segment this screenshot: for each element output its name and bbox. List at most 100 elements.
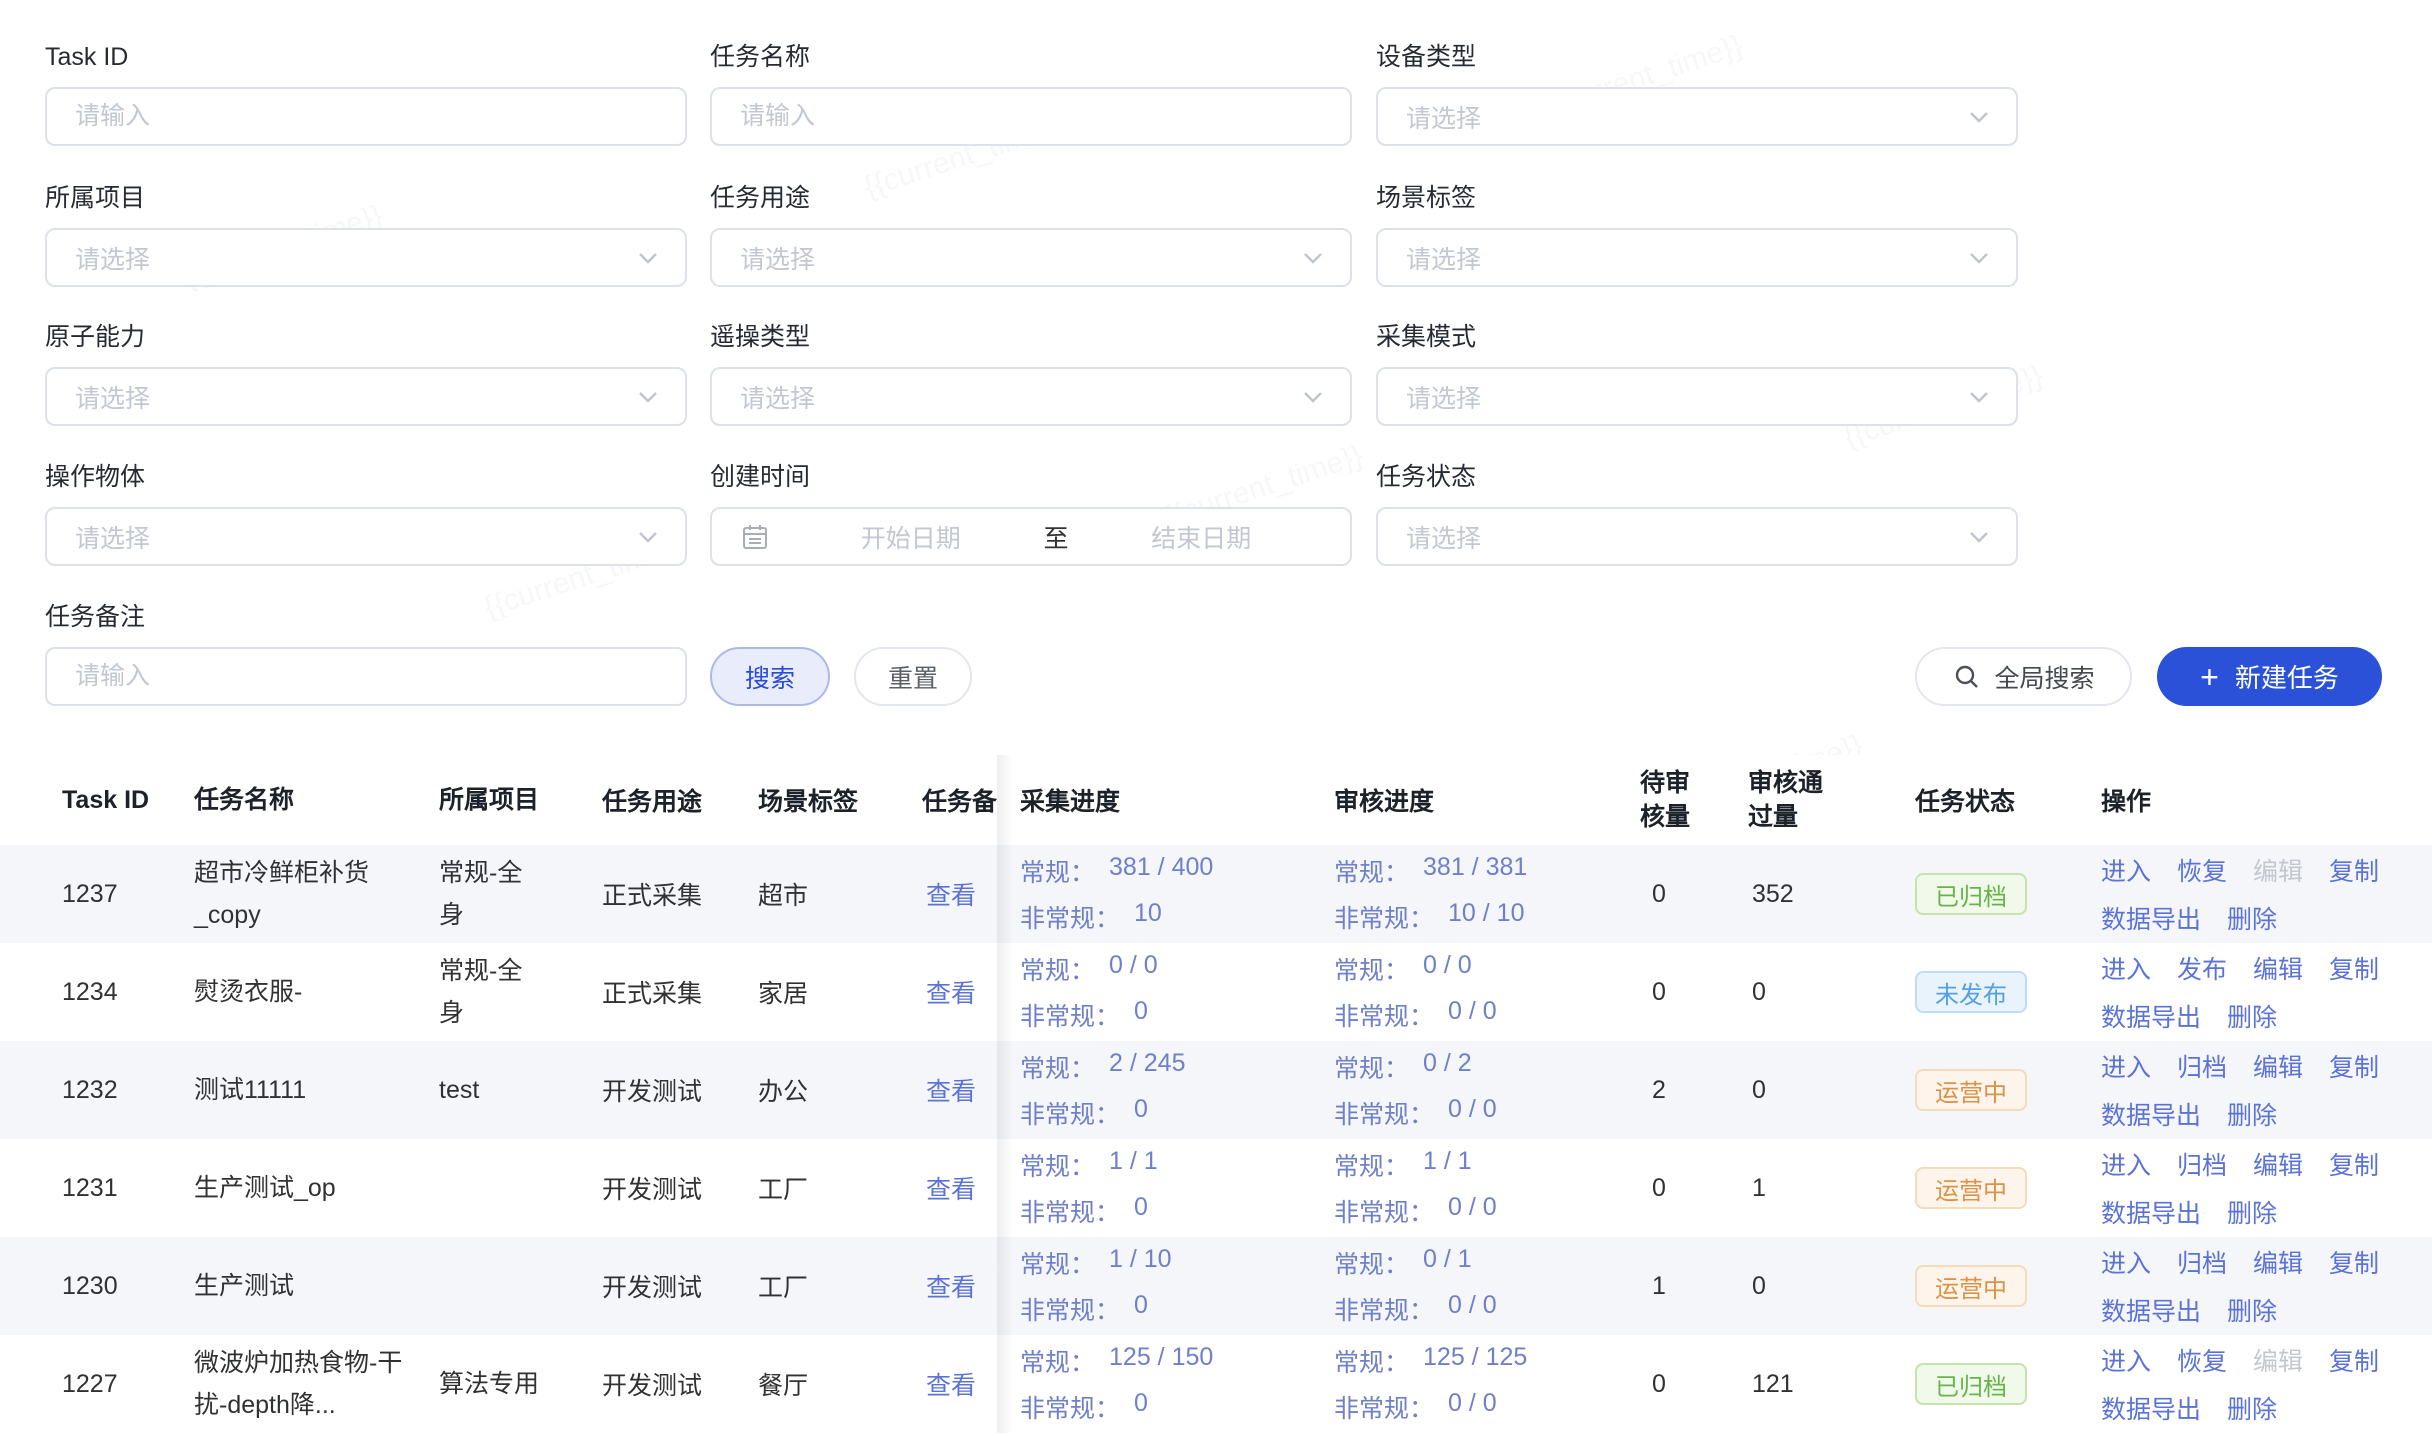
action-copy-link[interactable]: 复制 [2329,852,2379,888]
action-enter-link[interactable]: 进入 [2101,1146,2151,1182]
purpose-select[interactable]: 请选择 [710,228,1352,287]
action-delete-link[interactable]: 删除 [2227,1194,2277,1230]
reset-button[interactable]: 重置 [854,647,972,706]
action-enter-link[interactable]: 进入 [2101,1244,2151,1280]
action-export-link[interactable]: 数据导出 [2101,900,2201,936]
object-select[interactable]: 请选择 [45,507,687,566]
view-remark-link[interactable]: 查看 [926,1366,976,1402]
action-archive-link[interactable]: 归档 [2177,1048,2227,1084]
action-enter-link[interactable]: 进入 [2101,950,2151,986]
cell-remark: 查看 [926,943,992,1041]
cell-task-name: 熨烫衣服- [194,943,409,1041]
action-delete-link[interactable]: 删除 [2227,900,2277,936]
action-restore-link[interactable]: 恢复 [2177,852,2227,888]
global-search-label: 全局搜索 [1994,659,2094,695]
action-enter-link[interactable]: 进入 [2101,1048,2151,1084]
chevron-down-icon [635,245,661,271]
field-label: 原子能力 [45,322,687,352]
action-archive-link[interactable]: 归档 [2177,1244,2227,1280]
cell-task-status: 未发布 [1915,943,2090,1041]
action-edit-link[interactable]: 编辑 [2253,1048,2303,1084]
action-edit-link[interactable]: 编辑 [2253,1244,2303,1280]
status-badge: 运营中 [1915,1265,2027,1307]
scene-tag-select[interactable]: 请选择 [1376,228,2018,287]
action-enter-link[interactable]: 进入 [2101,1342,2151,1378]
cell-collect-progress: 常规：1 / 1 非常规：0 [1020,1139,1310,1237]
start-date-placeholder[interactable]: 开始日期 [786,519,1036,555]
cell-pending-count: 0 [1652,1335,1732,1433]
cell-actions: 进入 归档 编辑 复制 数据导出 删除 [2101,1237,2432,1335]
view-remark-link[interactable]: 查看 [926,974,976,1010]
action-copy-link[interactable]: 复制 [2329,1342,2379,1378]
action-edit-link[interactable]: 编辑 [2253,950,2303,986]
action-delete-link[interactable]: 删除 [2227,1292,2277,1328]
action-delete-link[interactable]: 删除 [2227,1096,2277,1132]
filter-field-task-status: 任务状态 请选择 [1376,462,2018,566]
action-export-link[interactable]: 数据导出 [2101,998,2201,1034]
project-select[interactable]: 请选择 [45,228,687,287]
collect-mode-select[interactable]: 请选择 [1376,367,2018,426]
col-collect-progress: 采集进度 [1020,755,1310,845]
view-remark-link[interactable]: 查看 [926,1072,976,1108]
task-name-input[interactable] [710,87,1352,146]
cell-pending-count: 0 [1652,943,1732,1041]
action-export-link[interactable]: 数据导出 [2101,1390,2201,1426]
new-task-button[interactable]: + 新建任务 [2157,647,2382,706]
cell-task-status: 已归档 [1915,1335,2090,1433]
cell-project: 常规-全身 [439,943,547,1041]
action-archive-link[interactable]: 归档 [2177,1146,2227,1182]
filter-field-scene-tag: 场景标签 请选择 [1376,183,2018,287]
status-badge: 已归档 [1915,1363,2027,1405]
action-delete-link[interactable]: 删除 [2227,998,2277,1034]
view-remark-link[interactable]: 查看 [926,876,976,912]
global-search-button[interactable]: 全局搜索 [1915,647,2132,706]
cell-approved-count: 0 [1752,1041,1882,1139]
col-pending-count: 待审核量 [1640,755,1696,845]
select-placeholder: 请选择 [1406,99,1966,135]
filter-field-collect-mode: 采集模式 请选择 [1376,322,2018,426]
date-range-picker[interactable]: 开始日期 至 结束日期 [710,507,1352,566]
action-delete-link[interactable]: 删除 [2227,1390,2277,1426]
task-remark-input[interactable] [45,647,687,706]
table-row: 1227 微波炉加热食物-干扰-depth降... 算法专用 开发测试 餐厅 查… [0,1335,2432,1433]
end-date-placeholder[interactable]: 结束日期 [1077,519,1327,555]
field-label: 任务备注 [45,602,687,632]
col-actions: 操作 [2101,755,2432,845]
action-export-link[interactable]: 数据导出 [2101,1096,2201,1132]
action-export-link[interactable]: 数据导出 [2101,1292,2201,1328]
cell-task-status: 运营中 [1915,1237,2090,1335]
filter-field-atomic-ability: 原子能力 请选择 [45,322,687,426]
field-label: 任务状态 [1376,462,2018,492]
view-remark-link[interactable]: 查看 [926,1170,976,1206]
cell-task-name: 生产测试_op [194,1139,409,1237]
view-remark-link[interactable]: 查看 [926,1268,976,1304]
action-enter-link[interactable]: 进入 [2101,852,2151,888]
cell-scene-tag: 工厂 [758,1237,893,1335]
cell-review-progress: 常规：0 / 2 非常规：0 / 0 [1334,1041,1619,1139]
action-restore-link[interactable]: 恢复 [2177,1342,2227,1378]
cell-project: 算法专用 [439,1335,547,1433]
action-copy-link[interactable]: 复制 [2329,1244,2379,1280]
cell-scene-tag: 办公 [758,1041,893,1139]
action-copy-link[interactable]: 复制 [2329,1146,2379,1182]
task-id-input[interactable] [45,87,687,146]
status-badge: 已归档 [1915,873,2027,915]
filter-field-purpose: 任务用途 请选择 [710,183,1352,287]
task-status-select[interactable]: 请选择 [1376,507,2018,566]
cell-task-status: 运营中 [1915,1139,2090,1237]
teleop-type-select[interactable]: 请选择 [710,367,1352,426]
action-export-link[interactable]: 数据导出 [2101,1194,2201,1230]
device-type-select[interactable]: 请选择 [1376,87,2018,146]
search-button[interactable]: 搜索 [710,647,830,706]
chevron-down-icon [1300,245,1326,271]
atomic-ability-select[interactable]: 请选择 [45,367,687,426]
cell-purpose: 正式采集 [602,845,737,943]
action-copy-link[interactable]: 复制 [2329,950,2379,986]
cell-scene-tag: 餐厅 [758,1335,893,1433]
field-label: 所属项目 [45,183,687,213]
cell-task-id: 1227 [62,1335,172,1433]
new-task-label: 新建任务 [2235,658,2339,695]
action-edit-link[interactable]: 编辑 [2253,1146,2303,1182]
action-publish-link[interactable]: 发布 [2177,950,2227,986]
action-copy-link[interactable]: 复制 [2329,1048,2379,1084]
